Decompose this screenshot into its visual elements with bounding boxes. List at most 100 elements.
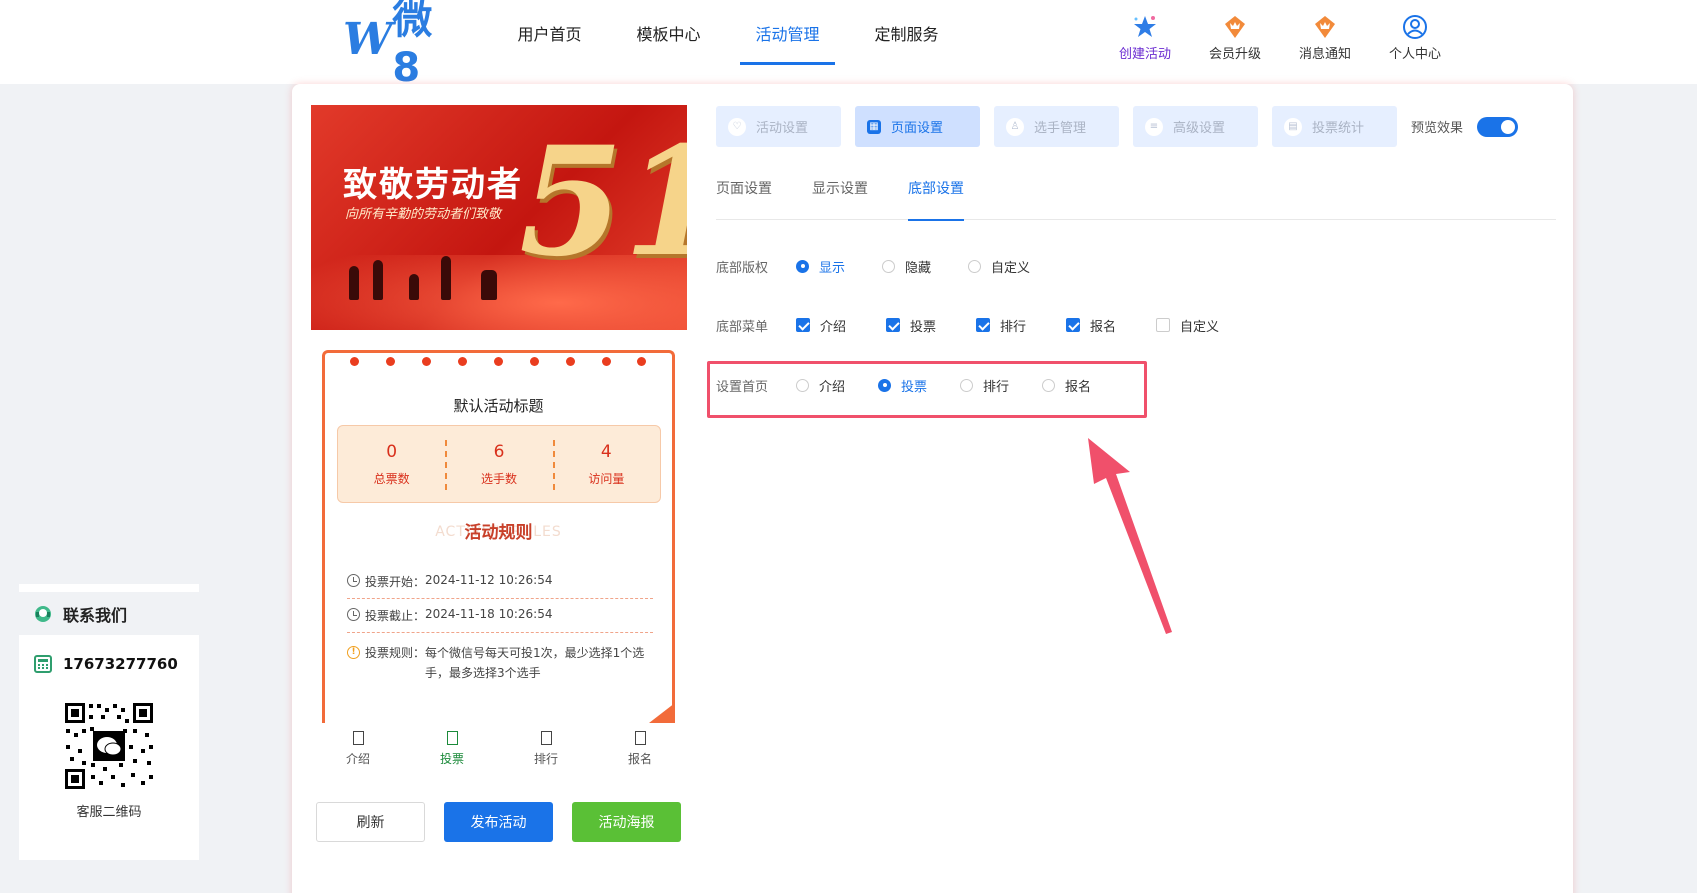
top-header: W 微8 用户首页 模板中心 活动管理 定制服务 创建活动 会员升级 消息通知 <box>0 0 1697 91</box>
activity-title: 默认活动标题 <box>453 397 544 415</box>
form-label: 底部版权 <box>716 260 769 276</box>
bottom-nav-label: 排行 <box>533 752 558 766</box>
personal-center-label: 个人中心 <box>1388 47 1441 62</box>
paper-corner <box>649 703 672 723</box>
nav-custom-service[interactable]: 定制服务 <box>847 0 966 66</box>
stat-label: 总票数 <box>373 471 410 486</box>
tab-label: 页面设置 <box>891 121 944 136</box>
tab-vote-statistics[interactable]: ▤ 投票统计 <box>1272 106 1397 147</box>
worker-silhouette <box>481 270 497 300</box>
bottom-nav-intro[interactable]: 介绍 <box>311 723 405 775</box>
clock-icon <box>347 574 360 587</box>
refresh-button[interactable]: 刷新 <box>316 802 425 842</box>
tab-activity-settings[interactable]: ♡ 活动设置 <box>716 106 841 147</box>
bottom-nav-ranking[interactable]: 排行 <box>499 723 593 775</box>
ring <box>529 357 539 366</box>
menu-option-signup[interactable]: 报名 <box>1066 316 1156 335</box>
tab-label: 投票统计 <box>1312 121 1365 136</box>
option-label: 排行 <box>1000 319 1027 335</box>
rule-value: 2024-11-18 10:26:54 <box>425 607 553 621</box>
nav-activity-management[interactable]: 活动管理 <box>728 0 847 66</box>
bottom-nav-signup[interactable]: 报名 <box>593 723 687 775</box>
preview-effect-label: 预览效果 <box>1411 121 1464 136</box>
logo-text: 微8 <box>392 0 433 91</box>
nav-user-home[interactable]: 用户首页 <box>490 0 609 66</box>
bell-crown-icon <box>1312 14 1338 40</box>
radio-button[interactable] <box>968 259 981 273</box>
star-icon <box>1132 14 1158 40</box>
checkbox[interactable] <box>886 318 900 332</box>
checkbox[interactable] <box>976 318 990 332</box>
form-label: 底部菜单 <box>716 319 769 335</box>
subtab-bottom-settings[interactable]: 底部设置 <box>908 168 964 221</box>
bottom-nav-vote[interactable]: 投票 <box>405 723 499 775</box>
menu-option-custom[interactable]: 自定义 <box>1156 316 1219 335</box>
notifications-button[interactable]: 消息通知 <box>1280 14 1370 62</box>
ring <box>458 357 468 366</box>
banner-title: 致敬劳动者 <box>343 165 523 205</box>
personal-center-button[interactable]: 个人中心 <box>1370 14 1460 62</box>
radio-button[interactable] <box>796 259 809 273</box>
qr-code-icon <box>63 701 155 791</box>
highlight-box <box>707 361 1147 418</box>
rule-vote-rule: ! 投票规则： 每个微信号每天可投1次，最少选择1个选手，最多选择3个选手 <box>347 643 653 683</box>
menu-option-ranking[interactable]: 排行 <box>976 316 1066 335</box>
nav-template-center[interactable]: 模板中心 <box>609 0 728 66</box>
logo-mark: W <box>343 13 392 65</box>
checkbox[interactable] <box>796 318 810 332</box>
main-nav: 用户首页 模板中心 活动管理 定制服务 <box>490 0 966 66</box>
rule-label: 投票规则： <box>365 646 426 660</box>
preview-bottom-nav: 介绍 投票 排行 报名 <box>311 723 687 775</box>
tab-label: 选手管理 <box>1034 121 1087 136</box>
rules-heading: ACTIVITY RULES 活动规则 <box>325 521 672 543</box>
copyright-option-custom[interactable]: 自定义 <box>968 257 1030 276</box>
checkbox[interactable] <box>1156 318 1170 332</box>
ring <box>565 357 575 366</box>
option-label: 自定义 <box>1180 319 1220 335</box>
activity-poster-button[interactable]: 活动海报 <box>572 802 681 842</box>
subtab-display-settings[interactable]: 显示设置 <box>812 168 868 220</box>
contact-title: 联系我们 <box>63 605 128 625</box>
layout-icon: ▦ <box>867 119 881 134</box>
contact-header: 联系我们 <box>19 592 199 635</box>
tab-page-settings[interactable]: ▦ 页面设置 <box>855 106 980 147</box>
create-activity-label: 创建活动 <box>1118 47 1171 62</box>
radio-button[interactable] <box>882 259 895 273</box>
checkbox[interactable] <box>1066 318 1080 332</box>
worker-silhouette <box>409 274 419 300</box>
rule-value: 每个微信号每天可投1次，最少选择1个选手，最多选择3个选手 <box>425 646 645 680</box>
ring <box>637 357 647 366</box>
menu-option-intro[interactable]: 介绍 <box>796 316 886 335</box>
worker-silhouette <box>441 256 451 300</box>
ring <box>350 357 360 366</box>
rule-label: 投票开始： <box>365 575 426 589</box>
nav-placeholder-icon <box>540 731 552 745</box>
copyright-option-hide[interactable]: 隐藏 <box>882 257 968 276</box>
form-row-bottom-menu: 底部菜单 介绍 投票 排行 报名 自定义 <box>716 315 1219 335</box>
paper-rings <box>325 357 672 366</box>
contact-phone: 17673277760 <box>19 635 199 693</box>
form-row-copyright: 底部版权 显示 隐藏 自定义 <box>716 256 1030 276</box>
subtab-page-settings[interactable]: 页面设置 <box>716 168 772 220</box>
option-label: 介绍 <box>820 319 847 335</box>
nav-placeholder-icon <box>634 731 646 745</box>
publish-activity-button[interactable]: 发布活动 <box>444 802 553 842</box>
stat-label: 选手数 <box>480 471 517 486</box>
user-icon <box>1402 14 1428 40</box>
tab-contestant-management[interactable]: ♙ 选手管理 <box>994 106 1119 147</box>
preview-effect-toggle[interactable] <box>1477 116 1519 137</box>
preview-banner: 51 致敬劳动者 向所有辛勤的劳动者们致敬 <box>311 105 687 330</box>
copyright-option-show[interactable]: 显示 <box>796 257 882 276</box>
rule-label: 投票截止： <box>365 609 426 623</box>
create-activity-button[interactable]: 创建活动 <box>1100 14 1190 62</box>
stat-value: 4 <box>600 441 612 462</box>
bottom-nav-label: 投票 <box>439 752 464 766</box>
header-tools: 创建活动 会员升级 消息通知 个人中心 <box>1100 14 1460 62</box>
tab-advanced-settings[interactable]: ≡ 高级设置 <box>1133 106 1258 147</box>
sliders-icon: ≡ <box>1145 117 1163 136</box>
menu-option-vote[interactable]: 投票 <box>886 316 976 335</box>
shield-icon: ♡ <box>728 117 746 136</box>
logo[interactable]: W 微8 <box>343 0 453 91</box>
member-upgrade-button[interactable]: 会员升级 <box>1190 14 1280 62</box>
clock-icon <box>347 608 360 621</box>
